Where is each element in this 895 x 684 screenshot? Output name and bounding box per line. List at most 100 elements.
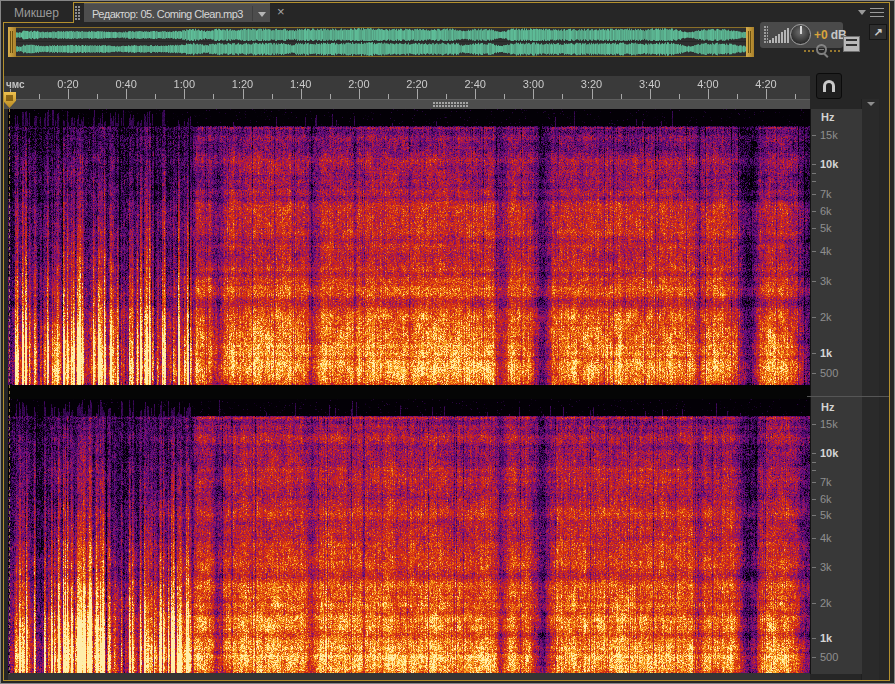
freq-label: 10k — [820, 158, 838, 170]
panel-menu-lines-icon — [870, 8, 884, 17]
freq-tick — [812, 515, 816, 516]
ruler-divider[interactable] — [3, 99, 810, 109]
freq-tick — [812, 173, 816, 174]
time-label: 1:20 — [213, 78, 273, 90]
zoom-dots-left — [804, 50, 815, 52]
tab-dropdown-icon[interactable] — [258, 12, 266, 17]
panel-menu-arrow-icon — [858, 10, 866, 15]
freq-tick — [812, 181, 816, 182]
freq-tick — [812, 353, 816, 354]
focus-outline-tabedge — [73, 2, 74, 23]
freq-label: 6k — [820, 205, 832, 217]
tab-editor[interactable]: Редактор: 05. Coming Clean.mp3 — [84, 3, 270, 22]
frequency-ruler[interactable]: Hz 15k 10k 7k 6k 5k 4k 3k 2k 1k 500 Hz 15k 10k 7k 6k 5k 4… — [811, 109, 862, 674]
freq-tick — [812, 482, 816, 483]
focus-outline-topleft — [3, 22, 74, 23]
freq-unit-label: Hz — [821, 111, 834, 123]
freq-tick — [812, 373, 816, 374]
time-label: 0:20 — [38, 78, 98, 90]
freq-label: 6k — [820, 493, 832, 505]
freq-label: 1k — [820, 632, 832, 644]
tab-drag-grip-icon[interactable] — [75, 6, 80, 20]
freq-tick — [812, 194, 816, 195]
tab-mixer[interactable]: Микшер — [14, 5, 59, 22]
freq-ruler-divider — [807, 396, 889, 397]
list-lines-icon — [846, 39, 857, 49]
overview-waveform[interactable] — [16, 28, 746, 56]
freq-label: 5k — [820, 222, 832, 234]
freq-label: 4k — [820, 245, 832, 257]
time-label: 0:40 — [96, 78, 156, 90]
vertical-scrollbar[interactable] — [861, 99, 879, 681]
divider-grip-icon[interactable] — [433, 102, 469, 108]
time-label: 1:00 — [154, 78, 214, 90]
freq-label: 4k — [820, 532, 832, 544]
time-label: 4:20 — [736, 78, 796, 90]
overview-left-handle[interactable] — [8, 27, 16, 57]
freq-label: 5k — [820, 509, 832, 521]
focus-outline-bottom — [3, 680, 890, 681]
spectrogram-channel-right[interactable] — [8, 399, 810, 673]
freq-tick — [812, 538, 816, 539]
time-format-label: чмс — [6, 79, 25, 90]
freq-tick — [812, 228, 816, 229]
time-label: 2:20 — [387, 78, 447, 90]
freq-label: 15k — [820, 129, 838, 141]
list-icon-button[interactable] — [843, 36, 860, 52]
time-label: 3:40 — [620, 78, 680, 90]
overview-right-handle[interactable] — [746, 27, 754, 57]
freq-tick — [812, 567, 816, 568]
freq-label: 10k — [820, 447, 838, 459]
focus-outline-left — [3, 22, 4, 681]
panel-menu-button[interactable] — [858, 8, 884, 17]
freq-label: 3k — [820, 275, 832, 287]
freq-tick — [812, 424, 816, 425]
playhead-line — [9, 109, 10, 674]
freq-label: 2k — [820, 311, 832, 323]
freq-tick — [812, 603, 816, 604]
magnet-icon — [823, 80, 835, 92]
freq-label: 7k — [820, 476, 832, 488]
freq-tick — [812, 281, 816, 282]
freq-label: 3k — [820, 561, 832, 573]
freq-tick — [812, 638, 816, 639]
focus-outline-right — [889, 2, 890, 681]
freq-label: 2k — [820, 597, 832, 609]
time-label: 1:40 — [271, 78, 331, 90]
tab-editor-label: Редактор: 05. Coming Clean.mp3 — [92, 5, 243, 23]
freq-unit-label: Hz — [821, 401, 834, 413]
snap-magnet-button[interactable] — [816, 73, 842, 99]
freq-label: 500 — [820, 651, 838, 663]
time-label: 2:40 — [445, 78, 505, 90]
freq-tick — [812, 251, 816, 252]
freq-tick — [812, 164, 816, 165]
time-label: 2:00 — [329, 78, 389, 90]
scrollbar-up-icon[interactable] — [867, 102, 875, 106]
freq-tick — [812, 462, 816, 463]
focus-outline-top — [73, 2, 890, 3]
time-label: 3:20 — [562, 78, 622, 90]
hud-grip-icon[interactable] — [764, 26, 768, 44]
freq-tick — [812, 657, 816, 658]
freq-label: 7k — [820, 188, 832, 200]
freq-tick — [812, 211, 816, 212]
tab-close-icon[interactable]: × — [277, 4, 285, 20]
tab-mixer-label: Микшер — [14, 6, 59, 20]
freq-label: 15k — [820, 418, 838, 430]
freq-tick — [812, 135, 816, 136]
freq-tick — [812, 317, 816, 318]
zoom-dots-right — [830, 50, 841, 52]
freq-label: 500 — [820, 367, 838, 379]
spectrogram-channel-left[interactable] — [8, 109, 810, 385]
gain-value: +0 — [814, 28, 828, 42]
pointer-icon-button[interactable]: ↗ — [869, 24, 887, 40]
freq-tick — [812, 453, 816, 454]
freq-label: 1k — [820, 347, 832, 359]
channel-gap — [8, 385, 810, 399]
volume-bars-icon — [769, 27, 789, 43]
zoom-out-icon[interactable] — [816, 44, 827, 55]
freq-tick — [812, 470, 816, 471]
gain-knob[interactable] — [790, 24, 811, 45]
freq-tick — [812, 499, 816, 500]
time-label: 4:00 — [678, 78, 738, 90]
